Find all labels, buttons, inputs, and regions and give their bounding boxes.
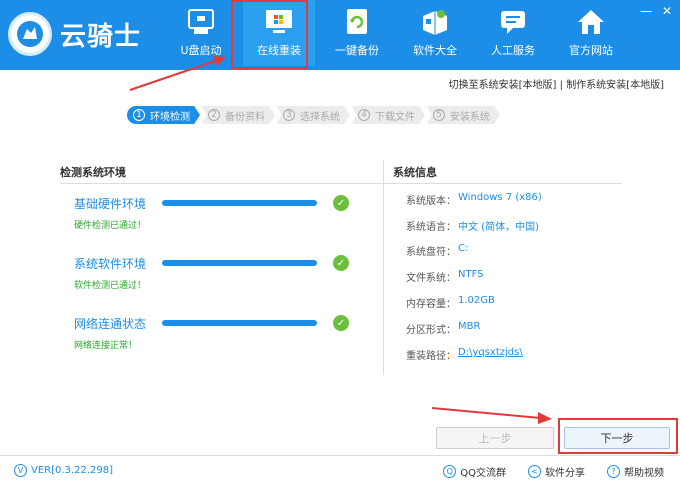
check-item-hardware: 基础硬件环境 硬件检测已通过！ — [74, 195, 146, 231]
step-label: 环境检测 — [150, 111, 190, 123]
make-local-install-link[interactable]: 制作系统安装[本地版] — [566, 80, 664, 91]
info-row-file-system: 文件系统： NTFS — [406, 269, 484, 284]
check-title: 网络连通状态 — [74, 317, 147, 331]
step-install-system: 5 安装系统 — [427, 106, 500, 124]
info-label: 文件系统： — [406, 273, 456, 284]
left-panel-title: 检测系统环境 — [60, 166, 126, 179]
check-item-software: 系统软件环境 软件检测已通过！ — [74, 255, 146, 291]
step-number: 4 — [358, 109, 370, 121]
version-info: V VER[0.3.22.298] — [14, 464, 113, 477]
step-environment-check: 1 环境检测 — [127, 106, 200, 124]
info-row-system-drive: 系统盘符： C: — [406, 243, 468, 258]
progress-bar-network — [162, 320, 317, 326]
step-backup-data: 2 备份资料 — [202, 106, 275, 124]
top-links: 切换至系统安装[本地版] | 制作系统安装[本地版] — [449, 76, 664, 91]
check-success-icon: ✓ — [333, 195, 349, 211]
info-row-reinstall-path: 重装路径： D:\yqsxtzjds\ — [406, 347, 523, 362]
progress-steps: 1 环境检测 2 备份资料 3 选择系统 4 下载文件 5 安装系统 — [127, 106, 502, 124]
previous-step-button[interactable]: 上一步 — [436, 427, 554, 449]
version-text: VER[0.3.22.298] — [31, 465, 113, 476]
help-video-link[interactable]: ? 帮助视频 — [607, 464, 664, 479]
panel-divider — [383, 160, 384, 375]
check-title: 基础硬件环境 — [74, 197, 147, 211]
info-label: 系统版本： — [406, 196, 456, 207]
footer-links: Q QQ交流群 < 软件分享 ? 帮助视频 — [443, 464, 664, 479]
step-number: 2 — [208, 109, 220, 121]
reinstall-path-link[interactable]: D:\yqsxtzjds\ — [458, 347, 523, 362]
info-row-memory: 内存容量： 1.02GB — [406, 295, 495, 310]
step-label: 备份资料 — [225, 111, 265, 123]
info-value: 1.02GB — [458, 295, 495, 306]
link-separator: | — [556, 80, 567, 91]
annotation-arrows — [129, 56, 552, 424]
step-download-files: 4 下载文件 — [352, 106, 425, 124]
section-divider — [60, 183, 622, 184]
share-icon: < — [528, 465, 541, 478]
qq-group-link[interactable]: Q QQ交流群 — [443, 464, 506, 479]
check-success-icon: ✓ — [333, 255, 349, 271]
info-value: MBR — [458, 321, 481, 332]
check-item-network: 网络连通状态 网络连接正常！ — [74, 315, 146, 351]
help-video-label: 帮助视频 — [624, 468, 664, 479]
step-label: 选择系统 — [300, 111, 340, 123]
check-success-icon: ✓ — [333, 315, 349, 331]
progress-bar-software — [162, 260, 317, 266]
version-check-icon: V — [14, 464, 27, 477]
right-panel-title: 系统信息 — [393, 166, 437, 179]
progress-bar-hardware — [162, 200, 317, 206]
step-label: 下载文件 — [375, 111, 415, 123]
step-number: 5 — [433, 109, 445, 121]
help-icon: ? — [607, 465, 620, 478]
next-step-button[interactable]: 下一步 — [564, 427, 670, 449]
check-status: 硬件检测已通过！ — [74, 221, 147, 231]
info-row-partition: 分区形式： MBR — [406, 321, 480, 336]
info-value: C: — [458, 243, 469, 254]
software-share-label: 软件分享 — [545, 468, 585, 479]
check-status: 网络连接正常！ — [74, 341, 138, 351]
info-row-os-version: 系统版本： Windows 7 (x86) — [406, 192, 542, 207]
check-status: 软件检测已通过！ — [74, 281, 147, 291]
qq-icon: Q — [443, 465, 457, 478]
info-label: 系统盘符： — [406, 247, 456, 258]
step-label: 安装系统 — [450, 111, 490, 123]
software-share-link[interactable]: < 软件分享 — [528, 464, 585, 479]
info-row-language: 系统语言： 中文 (简体，中国) — [406, 218, 539, 233]
info-label: 重装路径： — [406, 351, 456, 362]
switch-to-local-install-link[interactable]: 切换至系统安装[本地版] — [449, 80, 557, 91]
qq-group-label: QQ交流群 — [460, 468, 506, 479]
info-label: 内存容量： — [406, 299, 456, 310]
info-label: 系统语言： — [406, 222, 456, 233]
info-value: 中文 (简体，中国) — [458, 222, 539, 233]
check-title: 系统软件环境 — [74, 257, 147, 271]
info-value: Windows 7 (x86) — [458, 192, 542, 203]
step-select-system: 3 选择系统 — [277, 106, 350, 124]
info-label: 分区形式： — [406, 325, 456, 336]
step-number: 3 — [283, 109, 295, 121]
footer-bar: V VER[0.3.22.298] Q QQ交流群 < 软件分享 ? 帮助视频 — [0, 455, 680, 485]
info-value: NTFS — [458, 269, 484, 280]
step-number: 1 — [133, 109, 145, 121]
